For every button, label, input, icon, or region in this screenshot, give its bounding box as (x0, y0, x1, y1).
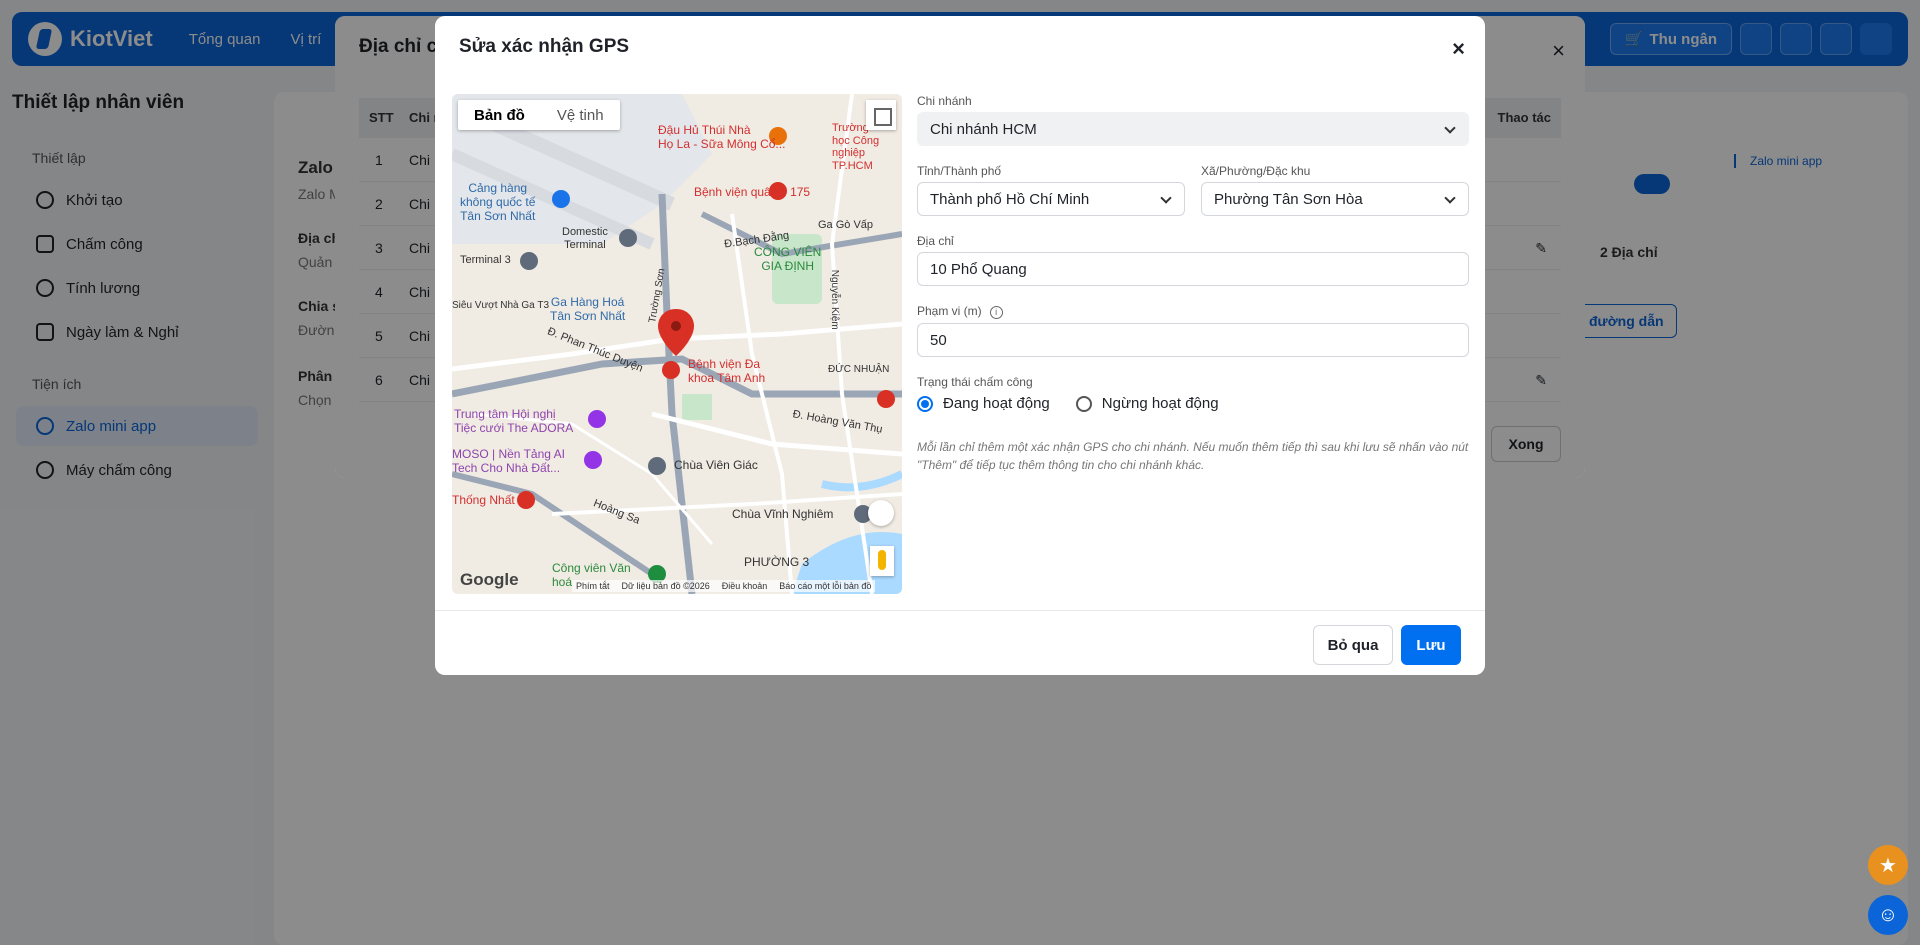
google-logo: Google (460, 570, 519, 589)
map-label: Bệnh viện Đa khoa Tâm Anh (688, 357, 766, 385)
map-type-tabs: Bản đồ Vệ tinh (458, 100, 620, 130)
map-label: CÔNG VIÊN GIA ĐỊNH (754, 245, 822, 273)
city-select[interactable]: Thành phố Hồ Chí Minh (917, 182, 1185, 216)
map-view[interactable]: Đậu Hủ Thúi Nhà Họ La - Sữa Mông Cổ... Tr… (452, 94, 902, 594)
map-label: Thống Nhất (452, 493, 515, 507)
map-label: Domestic Terminal (562, 226, 608, 251)
branch-label: Chi nhánh (917, 94, 972, 108)
map-label: Terminal 3 (460, 254, 511, 266)
map-label: Ga Hàng Hoá Tân Sơn Nhất (550, 295, 626, 323)
map-label: Bệnh viện quân y 175 (694, 185, 811, 199)
map-label: Siêu Vượt Nhà Ga T3 (452, 300, 550, 311)
status-label: Trạng thái chấm công (917, 375, 1033, 389)
gps-note: Mỗi lần chỉ thêm một xác nhận GPS cho ch… (917, 440, 1469, 472)
dialog-title: Sửa xác nhận GPS (459, 36, 630, 57)
cancel-button[interactable]: Bỏ qua (1313, 625, 1393, 665)
address-input[interactable]: 10 Phổ Quang (917, 252, 1469, 286)
range-label-row: Phạm vi (m) i (917, 304, 1469, 319)
branch-value: Chi nhánh HCM (930, 120, 1037, 138)
edit-gps-dialog: Sửa xác nhận GPS × Đậu Hủ Thúi Nhà Họ La… (435, 16, 1485, 675)
address-label: Địa chỉ (917, 234, 954, 248)
radio-checked-icon (917, 395, 933, 412)
branch-select[interactable]: Chi nhánh HCM (917, 112, 1469, 146)
map-label: Chùa Viên Giác (674, 458, 758, 472)
chevron-down-icon (1444, 192, 1456, 204)
save-button[interactable]: Lưu (1401, 625, 1461, 665)
address-value: 10 Phổ Quang (930, 260, 1027, 278)
map-label: Ga Gò Vấp (818, 219, 874, 231)
fullscreen-icon[interactable] (866, 100, 896, 130)
tab-satellite[interactable]: Vệ tinh (541, 100, 620, 130)
ward-label: Xã/Phường/Đặc khu (1201, 164, 1311, 178)
gps-form: Chi nhánh Chi nhánh HCM Tỉnh/Thành phố T… (917, 94, 1469, 474)
map-label: Cảng hàng không quốc tế Tân Sơn Nhất (460, 181, 536, 223)
ward-select[interactable]: Phường Tân Sơn Hòa (1201, 182, 1469, 216)
map-terms-link[interactable]: Điều khoản (722, 581, 768, 591)
chevron-down-icon (1160, 192, 1172, 204)
ward-value: Phường Tân Sơn Hòa (1214, 190, 1363, 208)
favorite-star-icon[interactable]: ★ (1868, 845, 1908, 885)
map-label: Trung tâm Hội nghị Tiệc cưới The ADORA (454, 407, 574, 435)
radio-unchecked-icon (1075, 395, 1092, 412)
map-label: PHƯỜNG 3 (744, 555, 810, 569)
map-label: Chùa Vĩnh Nghiêm (732, 507, 834, 521)
street-view-icon[interactable] (870, 546, 894, 576)
map-shortcuts-link[interactable]: Phím tắt (576, 581, 610, 591)
chevron-down-icon (1444, 122, 1456, 134)
info-icon[interactable]: i (989, 306, 1003, 319)
status-inactive-label: Ngừng hoạt động (1101, 395, 1219, 412)
map-label: Nguyễn Kiệm (828, 269, 840, 330)
range-label: Phạm vi (m) (917, 304, 982, 318)
city-value: Thành phố Hồ Chí Minh (930, 190, 1090, 208)
range-value: 50 (930, 331, 947, 349)
tab-map[interactable]: Bản đồ (458, 100, 541, 130)
status-active-label: Đang hoạt động (943, 395, 1050, 412)
map-label: MOSO | Nền Tảng AI Tech Cho Nhà Đất... (452, 447, 565, 475)
map-report-link[interactable]: Báo cáo một lỗi bản đồ (779, 581, 871, 591)
status-inactive-radio[interactable]: Ngừng hoạt động (1075, 395, 1219, 412)
map-attribution: Phím tắt Dữ liệu bản đồ ©2026 Điều khoản… (572, 580, 876, 592)
map-data-text: Dữ liệu bản đồ ©2026 (621, 581, 710, 591)
support-agent-icon[interactable]: ☺ (1868, 895, 1908, 935)
pan-control-icon[interactable] (868, 500, 894, 526)
map-label: ĐỨC NHUẬN (828, 364, 890, 375)
map-label: Đậu Hủ Thúi Nhà Họ La - Sữa Mông Cổ... (658, 123, 786, 151)
close-icon[interactable]: × (1452, 36, 1465, 62)
range-input[interactable]: 50 (917, 323, 1469, 357)
status-active-radio[interactable]: Đang hoạt động (917, 395, 1050, 412)
city-label: Tỉnh/Thành phố (917, 164, 1002, 178)
dialog-footer: Bỏ qua Lưu (435, 610, 1485, 675)
